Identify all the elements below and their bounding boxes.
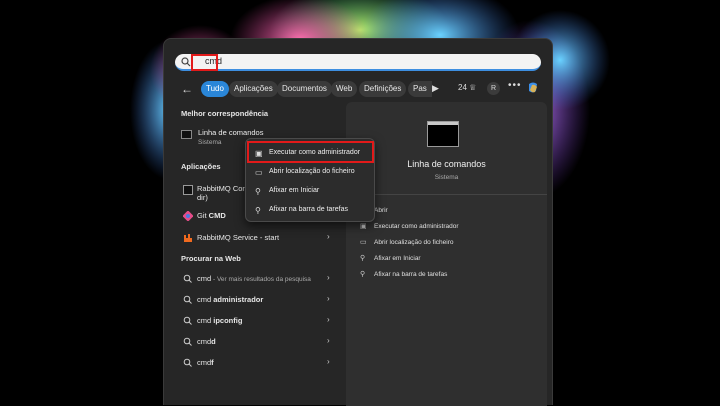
action-open-file-location[interactable]: ▭ Abrir localização do ficheiro xyxy=(360,238,453,246)
best-match-name: Linha de comandos xyxy=(198,128,264,137)
menu-pin-start[interactable]: ⚲ Afixar em Iniciar xyxy=(252,182,369,200)
rewards-points[interactable]: 24 ♕ xyxy=(458,83,476,92)
section-best-match: Melhor correspondência xyxy=(181,109,269,118)
filter-tudo[interactable]: Tudo xyxy=(201,81,229,97)
command-prompt-icon xyxy=(427,121,459,147)
details-pane: Linha de comandos Sistema ↗Abrir ▣Execut… xyxy=(346,102,547,406)
filter-pastas[interactable]: Pas xyxy=(408,81,432,97)
pin-icon: ⚲ xyxy=(360,271,366,278)
search-icon xyxy=(181,57,191,67)
action-pin-start[interactable]: ⚲ Afixar em Iniciar xyxy=(360,254,421,262)
filter-definicoes[interactable]: Definições xyxy=(359,81,407,97)
folder-icon: ▭ xyxy=(255,168,263,177)
terminal-icon xyxy=(183,185,193,195)
app-label: RabbitMQ Com dir) xyxy=(197,184,249,202)
chevron-right-icon[interactable]: › xyxy=(327,232,330,241)
command-prompt-icon xyxy=(181,130,192,139)
menu-open-file-location[interactable]: ▭ Abrir localização do ficheiro xyxy=(252,163,369,181)
chevron-right-icon[interactable]: › xyxy=(327,357,330,366)
folder-icon: ▭ xyxy=(360,239,367,246)
search-icon xyxy=(183,358,192,367)
more-options-icon[interactable]: ••• xyxy=(508,80,522,91)
rabbitmq-icon xyxy=(184,234,192,242)
app-label: RabbitMQ Service - start xyxy=(197,233,280,242)
trophy-icon: ♕ xyxy=(469,83,477,92)
web-result-cmdf[interactable]: cmdf › xyxy=(175,354,343,372)
search-highlight-box xyxy=(191,54,218,71)
pin-icon: ⚲ xyxy=(255,206,261,215)
filter-aplicacoes[interactable]: Aplicações xyxy=(229,81,278,97)
details-subtitle: Sistema xyxy=(434,174,459,181)
filter-web[interactable]: Web xyxy=(331,81,358,97)
shield-icon: ▣ xyxy=(360,223,367,230)
details-title: Linha de comandos xyxy=(407,159,486,169)
git-icon xyxy=(183,211,193,221)
divider xyxy=(346,194,547,195)
chevron-right-icon[interactable]: › xyxy=(327,336,330,345)
search-icon xyxy=(183,274,192,283)
pin-icon: ⚲ xyxy=(360,255,366,262)
web-result-cmd-ipconfig[interactable]: cmd ipconfig › xyxy=(175,312,343,330)
pin-icon: ⚲ xyxy=(255,187,261,196)
search-icon xyxy=(183,295,192,304)
search-box[interactable]: cmd xyxy=(175,54,541,71)
menu-highlight-box xyxy=(247,141,374,163)
chevron-right-icon[interactable]: › xyxy=(327,294,330,303)
section-web-search: Procurar na Web xyxy=(181,254,241,263)
action-pin-taskbar[interactable]: ⚲ Afixar na barra de tarefas xyxy=(360,270,447,278)
menu-pin-taskbar[interactable]: ⚲ Afixar na barra de tarefas xyxy=(252,201,369,219)
web-result-cmd-administrador[interactable]: cmd administrador › xyxy=(175,291,343,309)
back-arrow-icon[interactable]: ← xyxy=(181,82,193,96)
web-result-cmdd[interactable]: cmdd › xyxy=(175,333,343,351)
filter-bar: ← Tudo Aplicações Documentos Web Definiç… xyxy=(164,80,552,98)
search-icon xyxy=(183,337,192,346)
avatar[interactable]: R xyxy=(487,82,500,95)
filter-documentos[interactable]: Documentos xyxy=(277,81,332,97)
search-icon xyxy=(183,316,192,325)
chevron-right-icon[interactable]: › xyxy=(327,315,330,324)
app-label: Git CMD xyxy=(197,211,226,220)
copilot-icon[interactable] xyxy=(526,81,540,95)
section-apps: Aplicações xyxy=(181,162,221,171)
app-rabbitmq-service-start[interactable]: RabbitMQ Service - start › xyxy=(175,229,343,247)
chevron-right-icon[interactable]: › xyxy=(327,273,330,282)
action-run-as-admin[interactable]: ▣ Executar como administrador xyxy=(360,222,459,230)
best-match-subtitle: Sistema xyxy=(198,139,222,146)
play-icon[interactable]: ▶ xyxy=(432,83,439,94)
web-result-cmd[interactable]: cmd - Ver mais resultados da pesquisa › xyxy=(175,270,343,288)
